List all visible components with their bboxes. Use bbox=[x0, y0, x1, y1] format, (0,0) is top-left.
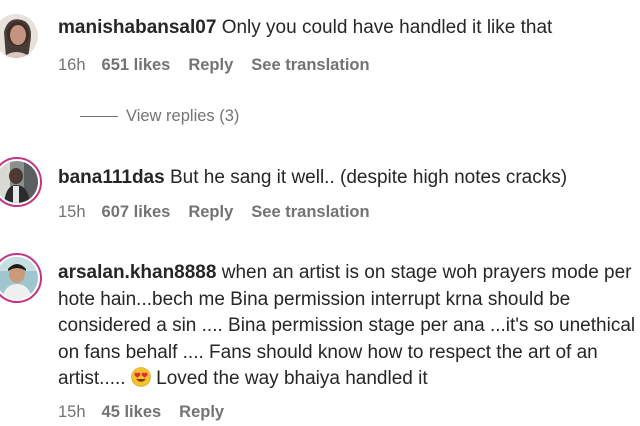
comment-time: 16h bbox=[58, 56, 86, 74]
profile-photo-icon bbox=[0, 161, 38, 203]
likes-count[interactable]: 651 likes bbox=[102, 56, 171, 74]
comment-meta: 16h 651 likes Reply See translation bbox=[58, 56, 388, 75]
comment-username[interactable]: bana111das bbox=[58, 167, 165, 188]
profile-photo-icon bbox=[0, 257, 38, 299]
comment-item: manishabansal07 Only you could have hand… bbox=[0, 0, 640, 135]
reply-button[interactable]: Reply bbox=[188, 56, 233, 74]
comment-username[interactable]: manishabansal07 bbox=[58, 17, 216, 38]
reply-button[interactable]: Reply bbox=[179, 403, 224, 421]
comment-body: bana111das But he sang it well.. (despit… bbox=[58, 165, 638, 192]
comment-time: 15h bbox=[58, 203, 86, 221]
comments-section: manishabansal07 Only you could have hand… bbox=[0, 0, 640, 426]
see-translation-button[interactable]: See translation bbox=[251, 203, 369, 221]
comment-meta: 15h 607 likes Reply See translation bbox=[58, 203, 388, 222]
comment-time: 15h bbox=[58, 403, 86, 421]
comment-body: arsalan.khan8888 when an artist is on st… bbox=[58, 260, 640, 393]
avatar[interactable] bbox=[0, 253, 42, 303]
view-replies-label: View replies (3) bbox=[126, 106, 240, 125]
comment-text: But he sang it well.. (despite high note… bbox=[169, 167, 568, 188]
avatar[interactable] bbox=[0, 157, 42, 207]
comment-body: manishabansal07 Only you could have hand… bbox=[58, 15, 638, 42]
comment-item: bana111das But he sang it well.. (despit… bbox=[0, 150, 640, 240]
likes-count[interactable]: 45 likes bbox=[102, 403, 162, 421]
heart-eyes-emoji-icon bbox=[131, 367, 151, 387]
comment-text-after-emoji: Loved the way bhaiya handled it bbox=[156, 368, 428, 389]
comment-meta: 15h 45 likes Reply bbox=[58, 403, 242, 422]
see-translation-button[interactable]: See translation bbox=[251, 56, 369, 74]
likes-count[interactable]: 607 likes bbox=[102, 203, 171, 221]
replies-divider-line bbox=[80, 115, 118, 117]
avatar[interactable] bbox=[0, 14, 38, 58]
profile-photo-icon bbox=[0, 14, 38, 58]
reply-button[interactable]: Reply bbox=[188, 203, 233, 221]
view-replies-button[interactable]: View replies (3) bbox=[80, 104, 239, 128]
comment-item: arsalan.khan8888 when an artist is on st… bbox=[0, 245, 640, 426]
comment-username[interactable]: arsalan.khan8888 bbox=[58, 262, 216, 283]
comment-text: Only you could have handled it like that bbox=[221, 17, 553, 38]
